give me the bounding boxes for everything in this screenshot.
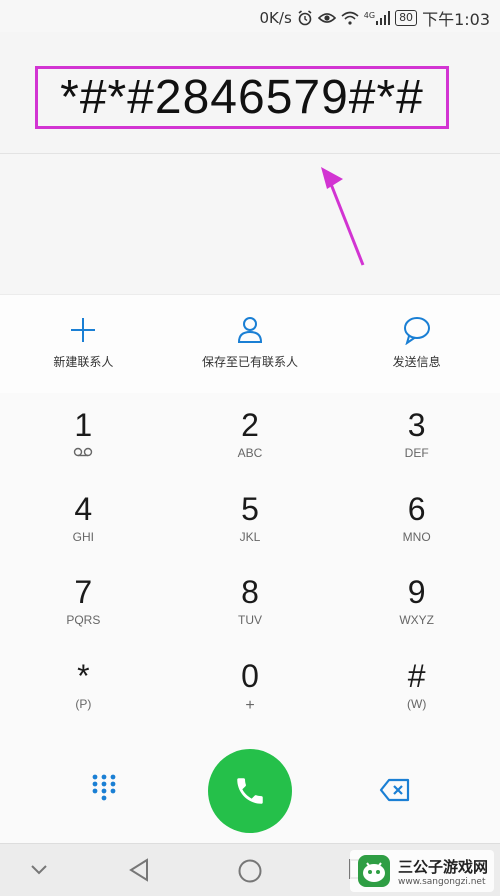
key-digit: 5 — [241, 490, 259, 527]
save-to-existing-label: 保存至已有联系人 — [202, 355, 299, 369]
key-1[interactable]: 1 — [0, 393, 167, 477]
key-letters: DEF — [404, 445, 429, 460]
watermark-logo-icon — [357, 855, 390, 887]
contact-actions: 新建联系人 保存至已有联系人 发送信息 — [0, 294, 500, 394]
save-to-existing-contact-button[interactable]: 保存至已有联系人 — [167, 295, 334, 393]
new-contact-button[interactable]: 新建联系人 — [0, 295, 167, 393]
dialed-number[interactable]: *#*#2846579#*# — [35, 66, 449, 129]
key-9[interactable]: 9 WXYZ — [333, 561, 500, 645]
watermark-title: 三公子游戏网 — [397, 857, 488, 876]
key-0[interactable]: 0 + — [167, 644, 334, 728]
key-7[interactable]: 7 PQRS — [0, 561, 167, 645]
key-letters: (P) — [75, 697, 92, 712]
search-results-area — [0, 154, 500, 294]
dial-keypad: 1 2 ABC 3 DEF 4 GHI 5 JKL 6 MNO 7 PQRS 8 TUV 9 W… — [0, 393, 500, 728]
dialpad-toggle-icon[interactable] — [88, 772, 120, 804]
phone-icon — [237, 778, 263, 804]
person-icon — [237, 317, 263, 343]
key-letters: ABC — [237, 445, 263, 460]
plus-icon — [71, 318, 96, 342]
number-display-area: *#*#2846579#*# — [0, 32, 500, 154]
home-circle-icon[interactable] — [237, 858, 263, 884]
site-watermark: 三公子游戏网 www.sangongzi.net — [349, 850, 494, 892]
battery-indicator: 80 — [395, 10, 418, 26]
backspace-icon[interactable] — [379, 778, 411, 802]
voicemail-icon — [74, 447, 93, 457]
new-contact-label: 新建联系人 — [53, 355, 114, 369]
clock: 下午1:03 — [422, 10, 490, 29]
key-3[interactable]: 3 DEF — [333, 393, 500, 477]
eye-icon — [317, 13, 336, 23]
key-4[interactable]: 4 GHI — [0, 477, 167, 561]
key-letters: PQRS — [66, 613, 101, 628]
key-digit: * — [77, 658, 90, 695]
alarm-icon — [298, 10, 312, 26]
key-letters: WXYZ — [399, 613, 434, 628]
key-2[interactable]: 2 ABC — [167, 393, 334, 477]
key-letters — [73, 446, 93, 462]
wifi-icon — [341, 11, 359, 25]
call-button[interactable] — [208, 749, 292, 833]
key-letters: GHI — [72, 529, 94, 544]
key-letters: + — [245, 697, 255, 715]
send-message-label: 发送信息 — [392, 355, 441, 369]
key-digit: 6 — [407, 490, 426, 527]
key-pound[interactable]: # (W) — [333, 644, 500, 728]
key-digit: 9 — [407, 574, 426, 611]
status-bar: 0K/s 4G 80 下午1:03 — [0, 0, 500, 32]
net-speed: 0K/s — [259, 9, 292, 27]
key-digit: # — [407, 658, 426, 695]
key-star[interactable]: * (P) — [0, 644, 167, 728]
system-navigation-bar: 三公子游戏网 www.sangongzi.net — [0, 843, 500, 896]
status-icons: 0K/s 4G 80 下午1:03 — [260, 6, 490, 30]
back-triangle-icon[interactable] — [128, 858, 150, 882]
key-digit: 3 — [407, 406, 426, 443]
key-digit: 2 — [241, 406, 259, 443]
pointer-arrow-icon — [321, 167, 365, 266]
key-digit: 4 — [74, 490, 93, 527]
key-letters: JKL — [239, 529, 261, 544]
key-8[interactable]: 8 TUV — [167, 561, 334, 645]
key-letters: (W) — [407, 697, 427, 712]
message-bubble-icon — [403, 317, 430, 345]
key-letters: TUV — [237, 613, 262, 628]
key-digit: 1 — [74, 406, 93, 443]
dial-controls — [0, 728, 500, 843]
key-digit: 0 — [241, 658, 259, 695]
key-5[interactable]: 5 JKL — [167, 477, 334, 561]
signal-icon — [376, 11, 391, 25]
key-digit: 7 — [74, 574, 93, 611]
network-type: 4G — [363, 11, 376, 20]
key-6[interactable]: 6 MNO — [333, 477, 500, 561]
hide-navbar-chevron-icon[interactable] — [30, 864, 48, 876]
key-letters: MNO — [402, 529, 431, 544]
watermark-url: www.sangongzi.net — [397, 876, 486, 887]
send-message-button[interactable]: 发送信息 — [333, 295, 500, 393]
key-digit: 8 — [241, 574, 259, 611]
